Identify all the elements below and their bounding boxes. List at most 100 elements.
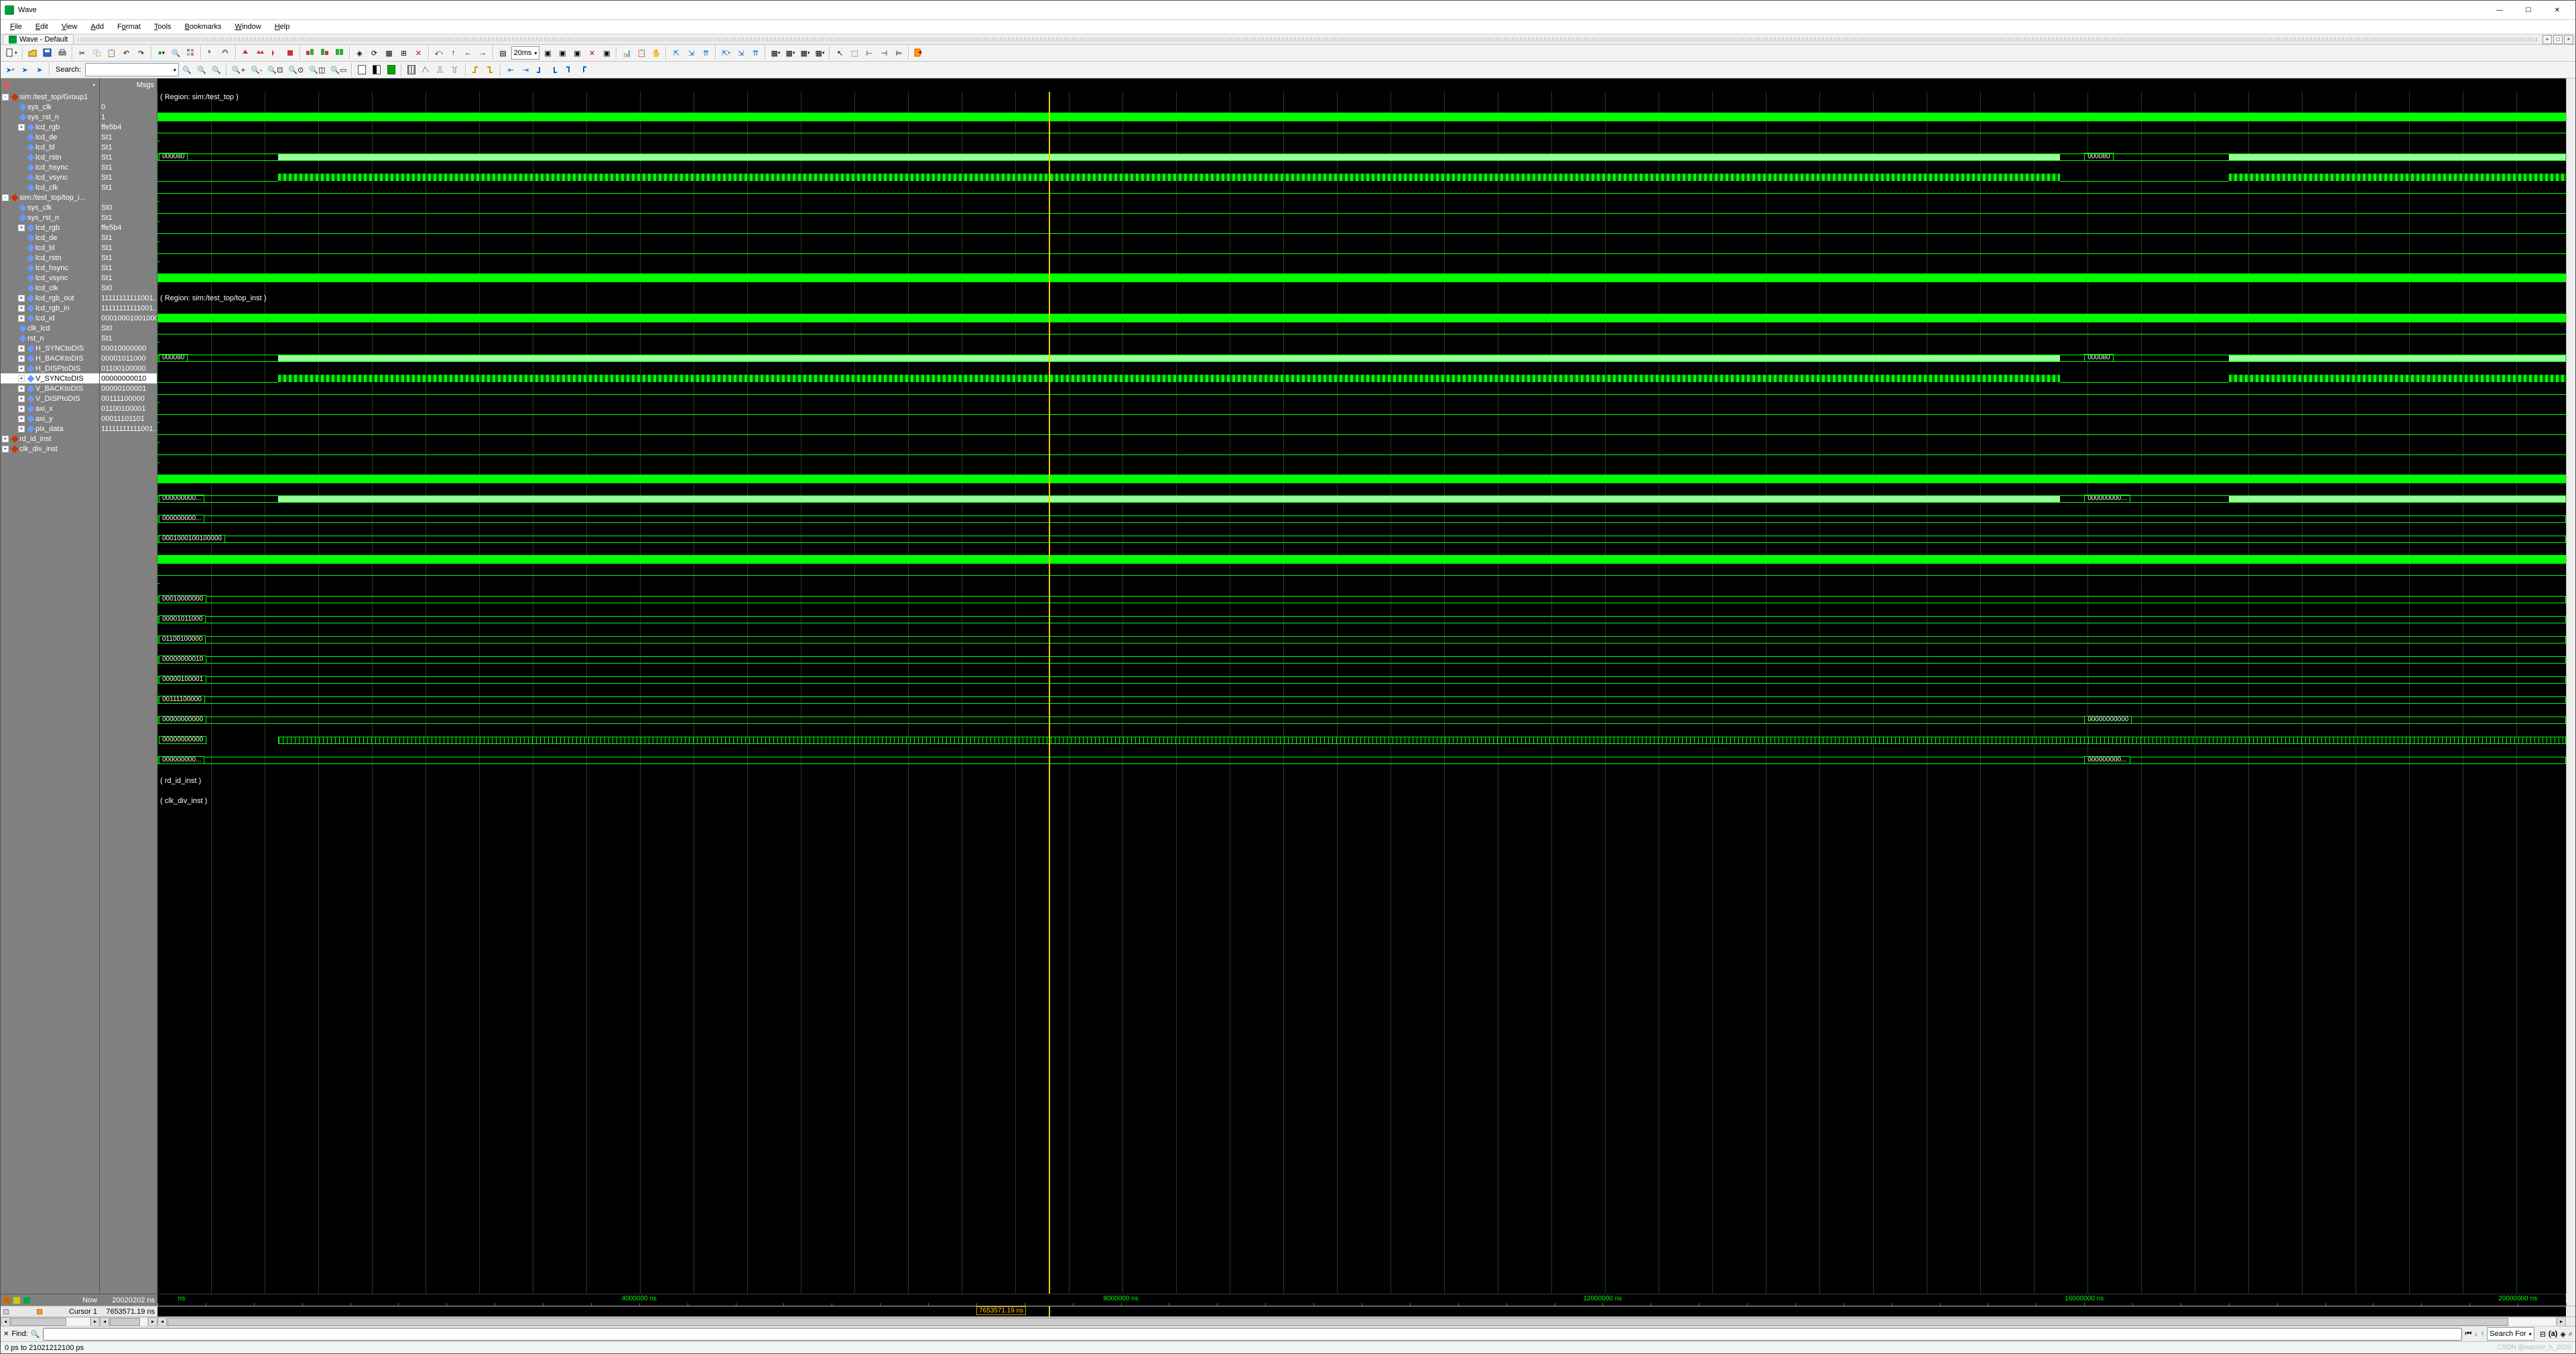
expand-icon[interactable]: +: [18, 395, 25, 402]
print-button[interactable]: [56, 46, 69, 60]
signal-row[interactable]: lcd_clk: [1, 283, 99, 293]
menu-d-button[interactable]: ▦▾: [813, 46, 826, 60]
expand-icon[interactable]: +: [18, 385, 25, 392]
search-combo[interactable]: ▾: [85, 63, 179, 76]
find-next-button[interactable]: ↑: [2481, 1330, 2485, 1338]
mode-e-button[interactable]: [420, 63, 433, 76]
mode-a-button[interactable]: [355, 63, 369, 76]
find-input[interactable]: [43, 1328, 2463, 1341]
expand-icon[interactable]: +: [18, 355, 25, 362]
edge-h-button[interactable]: [578, 63, 591, 76]
signal-row[interactable]: +H_DISPtoDIS: [1, 363, 99, 373]
find-opt-a[interactable]: ⊟: [2540, 1330, 2546, 1339]
cursor1-button[interactable]: ➤▾: [3, 63, 17, 76]
wave-button[interactable]: 📊: [620, 46, 633, 60]
expand-icon[interactable]: -: [2, 94, 9, 101]
signals-panel[interactable]: -sim:/test_top/Group1sys_clksys_rst_n+lc…: [1, 92, 100, 1294]
time-axis[interactable]: ns4000000 ns8000000 ns12000000 ns1600000…: [157, 1294, 2566, 1306]
menu-format[interactable]: Format: [112, 21, 146, 32]
exit-button[interactable]: [912, 46, 925, 60]
values-hscroll[interactable]: ◂▸: [100, 1317, 157, 1326]
menu-b-button[interactable]: ▦▾: [783, 46, 797, 60]
back-button[interactable]: ←: [462, 46, 475, 60]
expand-icon[interactable]: +: [18, 365, 25, 372]
signal-row[interactable]: -sim:/test_top/Group1: [1, 92, 99, 102]
find-first-button[interactable]: ⏮: [2465, 1330, 2471, 1339]
search-next-button[interactable]: 🔍: [195, 63, 208, 76]
find-close-button[interactable]: ✕: [3, 1331, 9, 1338]
wave-hscroll[interactable]: ◂▸: [157, 1317, 2566, 1326]
menu-tools[interactable]: Tools: [149, 21, 177, 32]
signal-row[interactable]: lcd_bl: [1, 142, 99, 152]
hierarchy-button[interactable]: ⊞: [397, 46, 411, 60]
continue-button[interactable]: [269, 46, 282, 60]
expand-icon[interactable]: +: [18, 295, 25, 302]
menu-c-button[interactable]: ▦▾: [798, 46, 812, 60]
mode-g-button[interactable]: [449, 63, 462, 76]
signal-row[interactable]: lcd_vsync: [1, 172, 99, 182]
fwd-button[interactable]: →: [476, 46, 490, 60]
signal-row[interactable]: +V_DISPtoDIS: [1, 393, 99, 404]
menu-edit[interactable]: Edit: [30, 21, 54, 32]
wave-panel[interactable]: ( Region: sim:/test_top )000080000080( R…: [157, 92, 2566, 1294]
up-button[interactable]: ↑: [447, 46, 460, 60]
menu-add[interactable]: Add: [85, 21, 109, 32]
expand-dn2-button[interactable]: ⇲: [734, 46, 747, 60]
pause-button[interactable]: ▣: [556, 46, 569, 60]
menu-file[interactable]: File: [5, 21, 27, 32]
select-area-button[interactable]: ⬚: [848, 46, 861, 60]
toggle-a-button[interactable]: [304, 46, 317, 60]
zoom-full-button[interactable]: 🔍⊡: [265, 63, 285, 76]
zoom-other-button[interactable]: 🔍▭: [328, 63, 348, 76]
save-button[interactable]: [41, 46, 54, 60]
finish-button[interactable]: ▣: [600, 46, 613, 60]
stop-button[interactable]: ▣: [570, 46, 584, 60]
expand-icon[interactable]: +: [18, 375, 25, 382]
searchfor-combo[interactable]: Search For▾: [2487, 1327, 2534, 1341]
add-button[interactable]: ●▾: [155, 46, 168, 60]
signal-row[interactable]: lcd_clk: [1, 182, 99, 192]
values-panel[interactable]: 01ffe5b4St1St1St1St1St1St1St0St1ffe5b4St…: [100, 92, 157, 1294]
run-all-button[interactable]: [254, 46, 267, 60]
signals-hscroll[interactable]: ◂▸: [1, 1317, 100, 1326]
expand-icon[interactable]: +: [2, 436, 9, 442]
find-binoculars-icon[interactable]: 🔍: [31, 1330, 40, 1339]
signal-row[interactable]: +V_BACKtoDIS: [1, 383, 99, 393]
pointer-button[interactable]: ↖: [833, 46, 846, 60]
signal-row[interactable]: +lcd_rgb: [1, 122, 99, 132]
run-button[interactable]: [239, 46, 253, 60]
maximize-button[interactable]: ☐: [2514, 3, 2542, 17]
cursor-marker[interactable]: [1049, 92, 1050, 1294]
mode-c-button[interactable]: [385, 63, 398, 76]
delete-button[interactable]: ✕: [412, 46, 426, 60]
cursor-area[interactable]: 7653571.19 ns: [157, 1306, 2566, 1316]
edge-d-button[interactable]: ⇥: [519, 63, 532, 76]
expand-icon[interactable]: +: [18, 124, 25, 131]
restart-button[interactable]: ⤺: [432, 46, 446, 60]
zoom-in-button[interactable]: 🔍+: [230, 63, 247, 76]
expand-icon[interactable]: +: [18, 225, 25, 231]
break-button[interactable]: [283, 46, 297, 60]
open-button[interactable]: [26, 46, 40, 60]
edge-e-button[interactable]: [533, 63, 547, 76]
signal-row[interactable]: +axi_x: [1, 404, 99, 414]
signal-row[interactable]: lcd_vsync: [1, 273, 99, 283]
zoom-cursor-button[interactable]: 🔍⊙: [286, 63, 306, 76]
options-button[interactable]: [184, 46, 198, 60]
expand-icon[interactable]: +: [18, 305, 25, 312]
expand-dn-button[interactable]: ⇲: [684, 46, 698, 60]
signal-row[interactable]: lcd_de: [1, 132, 99, 142]
edge-a-button[interactable]: [469, 63, 482, 76]
signal-row[interactable]: +lcd_id: [1, 313, 99, 323]
signal-row[interactable]: lcd_hsync: [1, 263, 99, 273]
hand-button[interactable]: ✋: [649, 46, 663, 60]
marker-a-button[interactable]: ⊢: [862, 46, 876, 60]
signal-row[interactable]: lcd_de: [1, 233, 99, 243]
dock-prev-icon[interactable]: +: [2542, 35, 2552, 44]
signal-row[interactable]: +lcd_rgb_out: [1, 293, 99, 303]
menu-view[interactable]: View: [56, 21, 83, 32]
memory-button[interactable]: ▦: [383, 46, 396, 60]
signal-row[interactable]: sys_rst_n: [1, 212, 99, 223]
expand-icon[interactable]: +: [2, 446, 9, 452]
signal-row[interactable]: +V_SYNCtoDIS: [1, 373, 99, 383]
